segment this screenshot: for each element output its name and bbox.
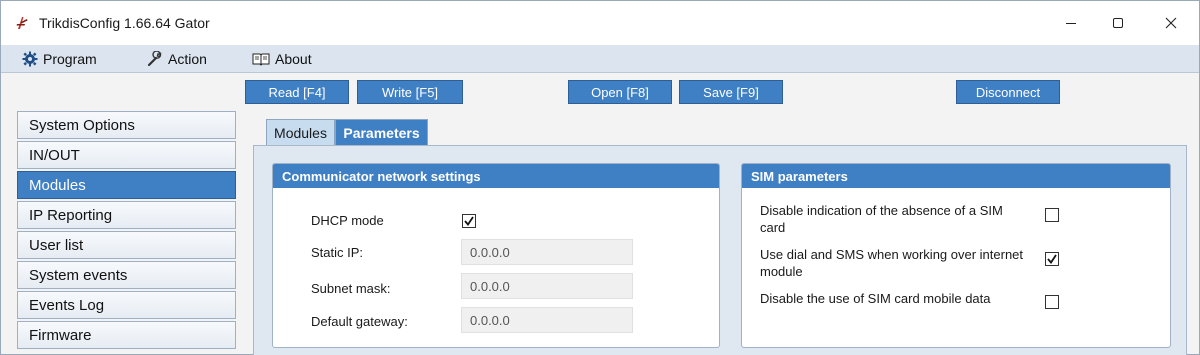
sidebar-item-in-out[interactable]: IN/OUT: [17, 141, 236, 169]
subnet-mask-input[interactable]: 0.0.0.0: [461, 273, 633, 299]
menu-program-label: Program: [43, 51, 97, 67]
dial-sms-label: Use dial and SMS when working over inter…: [760, 247, 1024, 279]
menu-action[interactable]: Action: [147, 49, 207, 69]
close-button[interactable]: [1148, 1, 1194, 45]
read-button[interactable]: Read [F4]: [245, 80, 349, 104]
maximize-button[interactable]: [1095, 1, 1141, 45]
sidebar-item-events-log[interactable]: Events Log: [17, 291, 236, 319]
tab-modules[interactable]: Modules: [266, 119, 335, 145]
dial-sms-checkbox[interactable]: [1045, 252, 1059, 266]
sidebar-item-system-events[interactable]: System events: [17, 261, 236, 289]
dhcp-mode-label: DHCP mode: [311, 213, 384, 228]
network-settings-title: Communicator network settings: [273, 164, 719, 188]
sim-parameters-title: SIM parameters: [742, 164, 1170, 188]
minimize-button[interactable]: [1048, 1, 1094, 45]
open-button[interactable]: Open [F8]: [568, 80, 672, 104]
default-gateway-input[interactable]: 0.0.0.0: [461, 307, 633, 333]
dhcp-mode-checkbox[interactable]: [462, 214, 476, 228]
sidebar-item-modules[interactable]: Modules: [17, 171, 236, 199]
sidebar-item-ip-reporting[interactable]: IP Reporting: [17, 201, 236, 229]
check-icon: [464, 216, 474, 226]
sidebar-item-user-list[interactable]: User list: [17, 231, 236, 259]
sidebar-item-system-options[interactable]: System Options: [17, 111, 236, 139]
menu-about[interactable]: About: [252, 49, 312, 69]
minimize-icon: [1066, 23, 1076, 24]
disconnect-button[interactable]: Disconnect: [956, 80, 1060, 104]
sim-absence-indication-label: Disable indication of the absence of a S…: [760, 203, 1003, 235]
maximize-icon: [1113, 18, 1123, 28]
tab-parameters[interactable]: Parameters: [335, 119, 428, 145]
save-button[interactable]: Save [F9]: [679, 80, 783, 104]
title-bar: TrikdisConfig 1.66.64 Gator: [1, 1, 1199, 45]
close-icon: [1165, 17, 1177, 29]
static-ip-input[interactable]: 0.0.0.0: [461, 239, 633, 265]
sidebar-item-firmware[interactable]: Firmware: [17, 321, 236, 349]
disable-mobile-data-label: Disable the use of SIM card mobile data: [760, 291, 991, 306]
write-button[interactable]: Write [F5]: [357, 80, 463, 104]
app-window: TrikdisConfig 1.66.64 Gator Program Acti…: [0, 0, 1200, 355]
sidebar: System Options IN/OUT Modules IP Reporti…: [17, 111, 237, 355]
book-icon: [252, 53, 270, 66]
disable-mobile-data-checkbox[interactable]: [1045, 295, 1059, 309]
subnet-mask-label: Subnet mask:: [311, 281, 391, 296]
gear-icon: [22, 51, 38, 67]
menu-program[interactable]: Program: [22, 49, 97, 69]
window-title: TrikdisConfig 1.66.64 Gator: [39, 15, 210, 31]
menu-action-label: Action: [168, 51, 207, 67]
menu-about-label: About: [275, 51, 312, 67]
menu-bar: Program Action About: [1, 45, 1199, 73]
wrench-icon: [147, 51, 162, 67]
sim-absence-indication-checkbox[interactable]: [1045, 208, 1059, 222]
check-icon: [1047, 254, 1057, 264]
app-logo-icon: [16, 17, 28, 29]
static-ip-label: Static IP:: [311, 245, 364, 260]
default-gateway-label: Default gateway:: [311, 314, 408, 329]
